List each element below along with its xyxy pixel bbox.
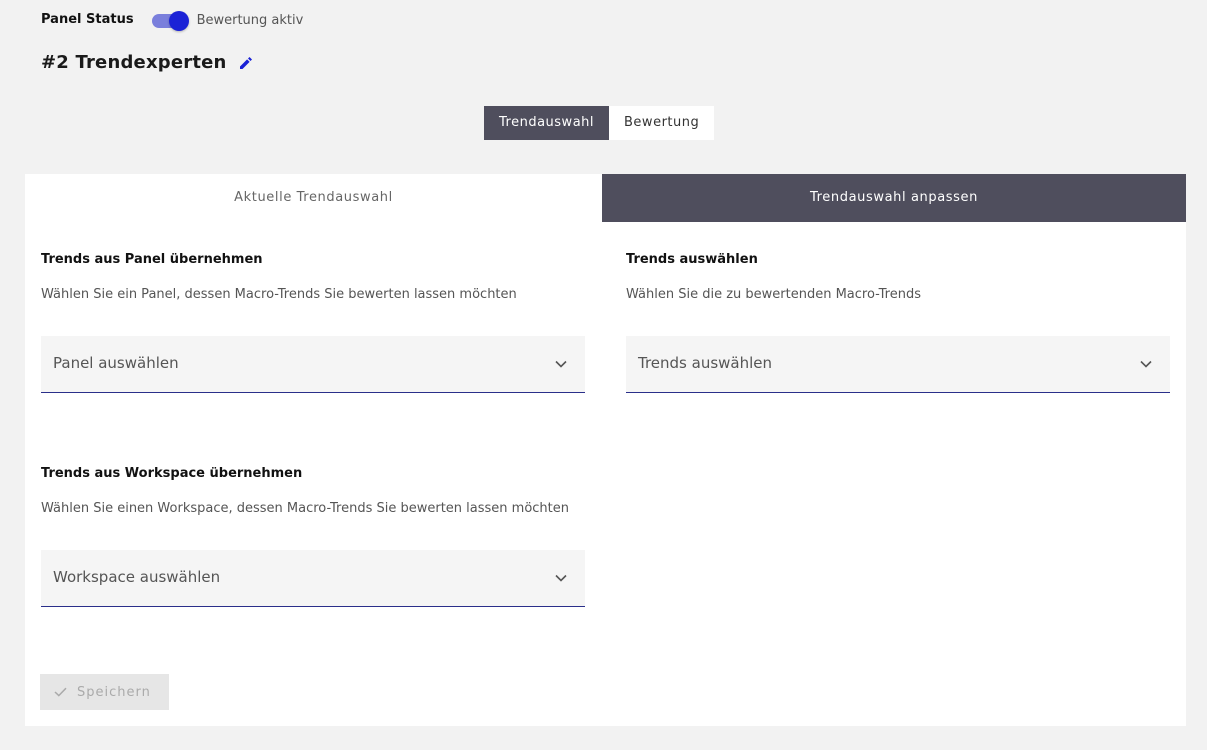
trend-selection-card: Aktuelle Trendauswahl Trendauswahl anpas…	[25, 174, 1186, 726]
tab-adjust-selection[interactable]: Trendauswahl anpassen	[602, 174, 1186, 222]
toggle-label: Bewertung aktiv	[196, 13, 304, 28]
panel-section-description: Wählen Sie ein Panel, dessen Macro-Trend…	[41, 287, 517, 302]
workspace-section-description: Wählen Sie einen Workspace, dessen Macro…	[41, 501, 569, 516]
panel-status-label: Panel Status	[41, 12, 134, 27]
chevron-down-icon	[555, 574, 567, 582]
tab-bewertung[interactable]: Bewertung	[609, 106, 715, 140]
trends-section-title: Trends auswählen	[626, 252, 758, 267]
panel-section: Trends aus Panel übernehmen Wählen Sie e…	[41, 252, 585, 393]
panel-section-title: Trends aus Panel übernehmen	[41, 252, 263, 267]
trends-section: Trends auswählen Wählen Sie die zu bewer…	[626, 252, 1170, 393]
card-tabs: Aktuelle Trendauswahl Trendauswahl anpas…	[25, 174, 1186, 222]
workspace-section: Trends aus Workspace übernehmen Wählen S…	[41, 466, 585, 607]
title-row: #2 Trendexperten	[41, 52, 253, 73]
workspace-select-placeholder: Workspace auswählen	[53, 568, 221, 586]
workspace-select[interactable]: Workspace auswählen	[41, 550, 585, 607]
save-button-label: Speichern	[77, 684, 151, 700]
panel-status-row: Panel Status Bewertung aktiv	[41, 10, 304, 31]
trends-select[interactable]: Trends auswählen	[626, 336, 1170, 393]
tab-trendauswahl[interactable]: Trendauswahl	[484, 106, 610, 140]
pencil-icon[interactable]	[239, 56, 253, 70]
toggle-knob[interactable]	[168, 10, 189, 31]
check-icon	[54, 687, 67, 697]
page-title: #2 Trendexperten	[41, 52, 227, 73]
workspace-section-title: Trends aus Workspace übernehmen	[41, 466, 303, 481]
view-tabs: Trendauswahl Bewertung	[484, 106, 715, 140]
save-button[interactable]: Speichern	[40, 674, 169, 710]
chevron-down-icon	[1140, 360, 1152, 368]
panel-select[interactable]: Panel auswählen	[41, 336, 585, 393]
rating-active-toggle[interactable]	[151, 10, 189, 31]
panel-select-placeholder: Panel auswählen	[53, 354, 179, 372]
trends-section-description: Wählen Sie die zu bewertenden Macro-Tren…	[626, 287, 922, 302]
chevron-down-icon	[555, 360, 567, 368]
trends-select-placeholder: Trends auswählen	[638, 354, 773, 372]
tab-current-selection[interactable]: Aktuelle Trendauswahl	[25, 174, 602, 222]
